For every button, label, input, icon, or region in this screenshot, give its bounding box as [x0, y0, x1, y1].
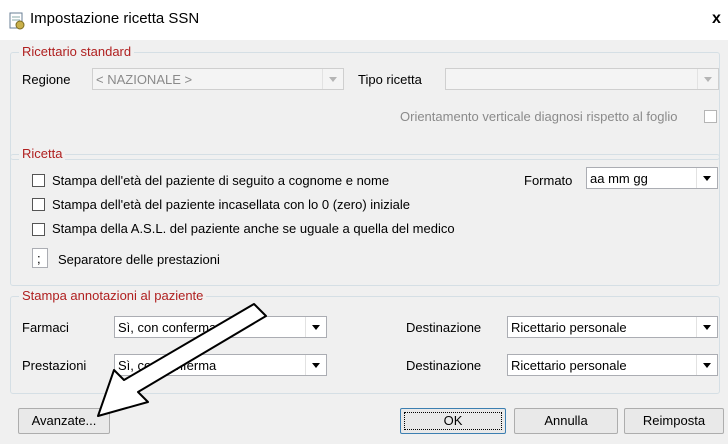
destinazione-label-2: Destinazione — [406, 358, 482, 373]
close-button[interactable]: x — [712, 10, 721, 28]
annotazioni-group: Stampa annotazioni al paziente — [10, 288, 720, 394]
separatore-value: ; — [37, 251, 41, 266]
regione-value: < NAZIONALE > — [96, 72, 193, 87]
formato-select[interactable]: aa mm gg — [586, 167, 718, 189]
annulla-button[interactable]: Annulla — [514, 408, 618, 434]
asl-label: Stampa della A.S.L. del paziente anche s… — [52, 221, 455, 236]
regione-label: Regione — [22, 72, 71, 87]
chevron-down-icon — [696, 355, 717, 375]
regione-select[interactable]: < NAZIONALE > — [92, 68, 344, 90]
avanzate-button[interactable]: Avanzate... — [18, 408, 110, 434]
destinazione-select-1[interactable]: Ricettario personale — [507, 316, 718, 338]
destinazione-label-1: Destinazione — [406, 320, 482, 335]
destinazione-value-1: Ricettario personale — [511, 320, 627, 335]
ricettario-legend: Ricettario standard — [19, 44, 135, 59]
farmaci-select[interactable]: Sì, con conferma — [114, 316, 327, 338]
eta-zero-label: Stampa dell'età del paziente incasellata… — [52, 197, 411, 212]
separatore-input[interactable]: ; — [32, 248, 48, 268]
eta-zero-checkbox[interactable] — [32, 198, 45, 211]
prestazioni-value: Sì, con conferma — [118, 358, 217, 373]
ok-button[interactable]: OK — [400, 408, 506, 434]
chevron-down-icon — [697, 69, 718, 89]
eta-cognome-checkbox[interactable] — [32, 174, 45, 187]
chevron-down-icon — [305, 317, 326, 337]
dialog-window: Impostazione ricetta SSN x Ricettario st… — [0, 0, 728, 444]
orientamento-checkbox[interactable] — [704, 110, 717, 123]
tipo-ricetta-select[interactable] — [445, 68, 719, 90]
reimposta-button[interactable]: Reimposta — [624, 408, 724, 434]
destinazione-select-2[interactable]: Ricettario personale — [507, 354, 718, 376]
farmaci-label: Farmaci — [22, 320, 69, 335]
farmaci-value: Sì, con conferma — [118, 320, 217, 335]
tipo-ricetta-label: Tipo ricetta — [358, 72, 422, 87]
chevron-down-icon — [322, 69, 343, 89]
focus-rectangle — [404, 412, 502, 430]
separatore-label: Separatore delle prestazioni — [58, 252, 220, 267]
asl-checkbox[interactable] — [32, 223, 45, 236]
prestazioni-label: Prestazioni — [22, 358, 87, 373]
ricetta-legend: Ricetta — [19, 146, 66, 161]
annotazioni-legend: Stampa annotazioni al paziente — [19, 288, 207, 303]
formato-label: Formato — [524, 173, 573, 188]
prestazioni-select[interactable]: Sì, con conferma — [114, 354, 327, 376]
chevron-down-icon — [696, 317, 717, 337]
chevron-down-icon — [305, 355, 326, 375]
orientamento-label: Orientamento verticale diagnosi rispetto… — [400, 109, 678, 124]
formato-value: aa mm gg — [590, 171, 648, 186]
title-bar: Impostazione ricetta SSN x — [0, 0, 728, 40]
chevron-down-icon — [696, 168, 717, 188]
eta-cognome-label: Stampa dell'età del paziente di seguito … — [52, 173, 390, 188]
window-title: Impostazione ricetta SSN — [30, 10, 200, 27]
destinazione-value-2: Ricettario personale — [511, 358, 627, 373]
document-settings-icon — [9, 12, 25, 30]
